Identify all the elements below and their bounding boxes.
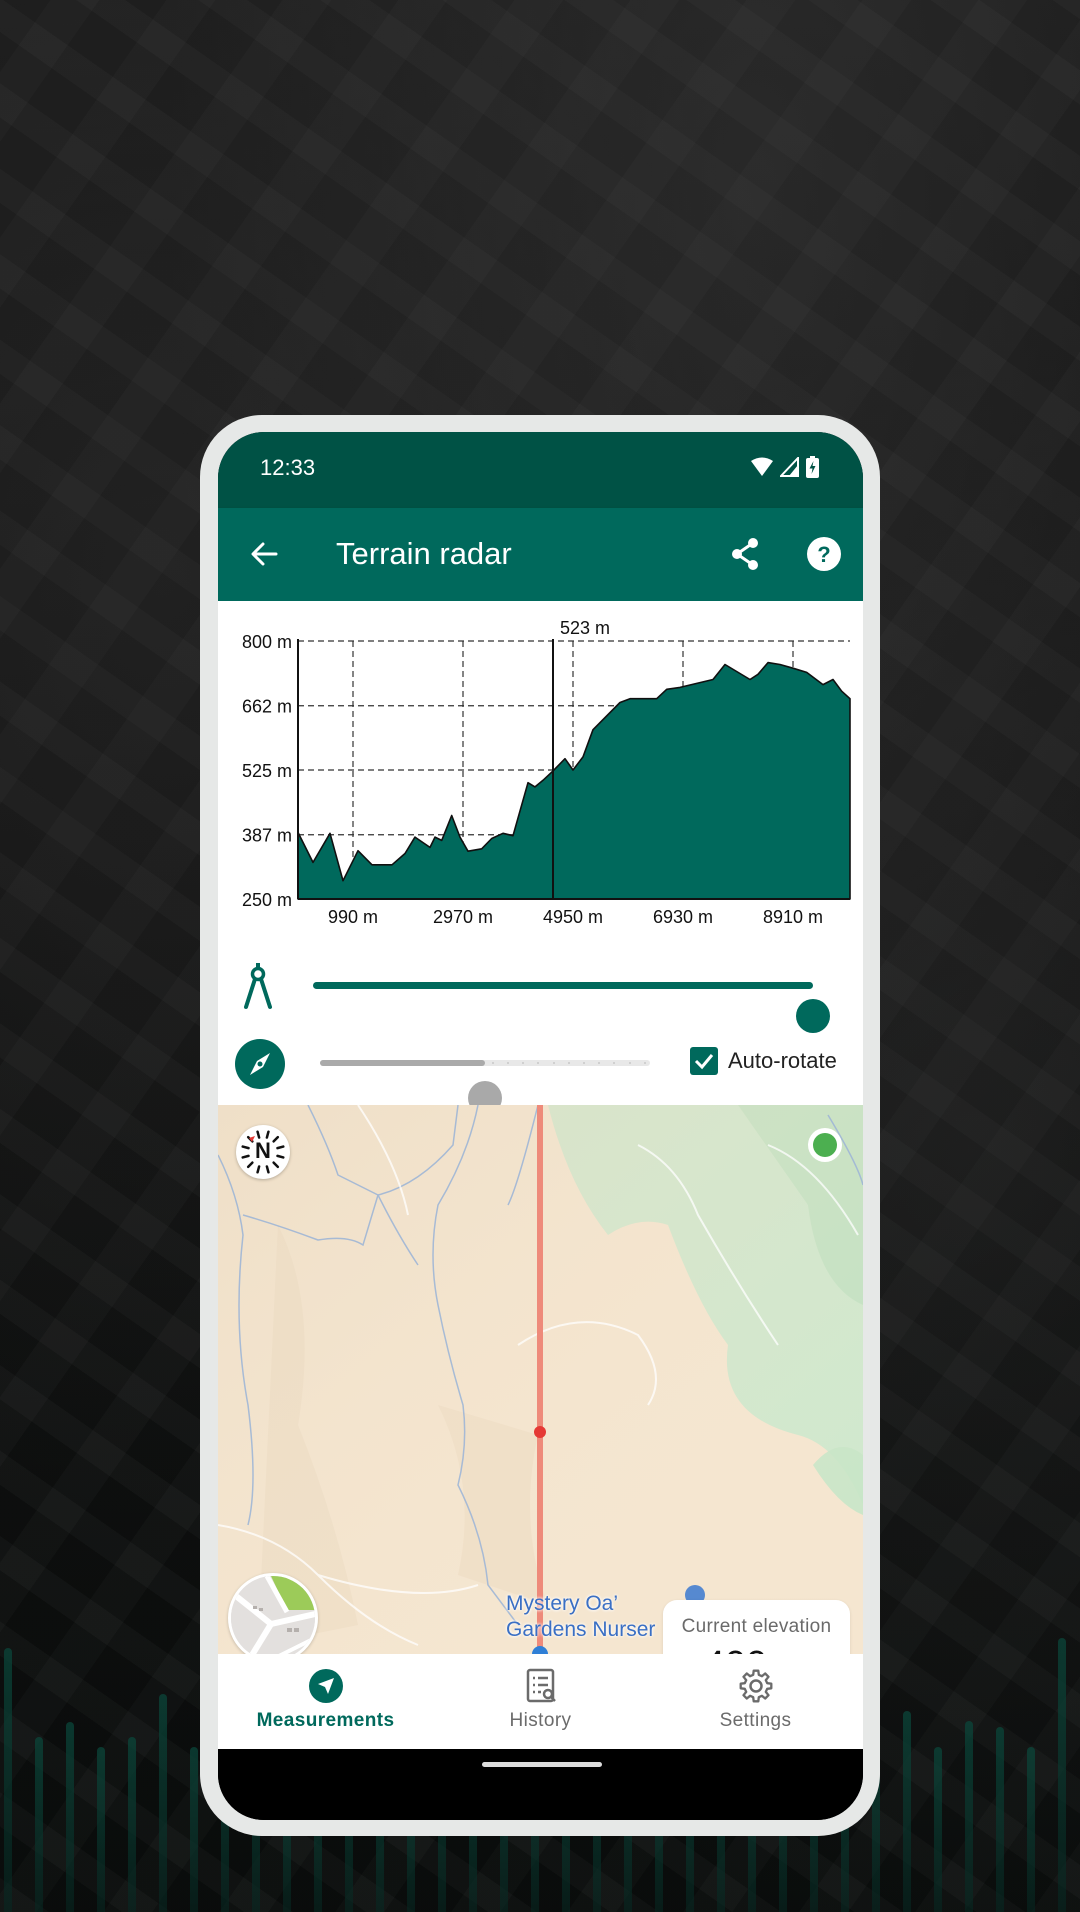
y-tick-labels: 250 m 387 m 525 m 662 m 800 m [242,632,292,910]
background-bar [965,1720,973,1912]
nav-label-history: History [509,1710,572,1731]
navigation-arrow-icon [308,1669,343,1703]
status-bar: 12:33 [218,432,863,508]
slider-tick [598,1062,601,1064]
background-bar [4,1648,12,1912]
auto-rotate-checkbox[interactable] [690,1047,718,1075]
back-button[interactable] [246,536,282,572]
nav-item-settings[interactable]: Settings [648,1654,863,1749]
background-bar [903,1710,911,1912]
wifi-icon [751,457,773,476]
chart-marker-label: 523 m [560,618,610,638]
status-time: 12:33 [260,455,316,480]
y-tick-label: 250 m [242,890,292,910]
nav-label-settings: Settings [719,1710,792,1731]
gesture-navigation-bar [218,1749,863,1820]
slider-tick [643,1062,646,1064]
help-button[interactable]: ? [806,536,842,572]
y-tick-label: 662 m [242,697,292,717]
slider-tick [613,1062,616,1064]
chart-svg: 250 m 387 m 525 m 662 m 800 m 990 m 2970 m 495… [242,618,851,927]
background-bar [1058,1638,1066,1912]
current-elevation-caption: Current elevation [681,1616,832,1637]
slider-tick [506,1062,509,1064]
background-bar [934,1747,942,1912]
slider-tick [537,1062,540,1064]
check-icon [694,1054,714,1070]
map-view[interactable]: N Mystery Oa’ Gardens Nurser Current ele… [218,1105,863,1654]
x-tick-label: 6930 m [653,907,713,927]
x-tick-label: 8910 m [763,907,823,927]
background-bar [128,1737,136,1912]
y-tick-label: 387 m [242,826,292,846]
compass-button[interactable] [235,1039,285,1089]
distance-slider[interactable] [313,982,830,1033]
route-midpoint-marker[interactable] [534,1426,546,1438]
slider-tick [491,1062,494,1064]
x-tick-label: 2970 m [433,907,493,927]
rotation-slider-fill [320,1060,485,1066]
background-bar [996,1727,1004,1912]
background-bar [35,1737,43,1912]
poi-label-line-1: Mystery Oa’ [506,1592,619,1615]
background-bar [66,1721,74,1912]
distance-control-row [218,951,863,1033]
elevation-profile-chart[interactable]: 250 m 387 m 525 m 662 m 800 m 990 m 2970 m 495… [218,601,863,981]
map-layers-icon [231,1576,315,1654]
signal-icon [780,457,799,477]
phone-frame: 12:33 Terrain radar ? 250 m 387 m 525 m … [200,415,880,1836]
page-title: Terrain radar [336,536,512,571]
slider-tick [582,1062,585,1064]
current-elevation-value: 400 m [663,1644,850,1654]
elevation-area [297,661,851,900]
y-tick-label: 800 m [242,632,292,652]
slider-tick [552,1062,555,1064]
slider-tick [567,1062,570,1064]
rotation-control-row: Auto-rotate [218,1025,863,1115]
share-button[interactable] [726,535,764,573]
rotation-slider[interactable] [320,1060,650,1115]
share-icon [732,538,758,570]
map-tiles [218,1105,863,1654]
arrow-left-icon [251,542,278,566]
app-bar: Terrain radar ? [218,508,863,601]
compass-icon [250,1053,270,1075]
background-bar [1027,1747,1035,1912]
x-tick-labels: 990 m 2970 m 4950 m 6930 m 8910 m [328,907,823,927]
slider-tick [628,1062,631,1064]
map-compass-button[interactable]: N [236,1125,290,1179]
background-bar [97,1747,105,1912]
home-gesture-handle[interactable] [482,1762,602,1767]
poi-label-line-2: Gardens Nurser [506,1618,656,1641]
map-layer-button[interactable] [228,1573,318,1654]
nav-label-measurements: Measurements [256,1710,395,1731]
background-bar [190,1747,198,1912]
bottom-navigation: Measurements History Settings [218,1654,863,1749]
status-icons [750,456,819,478]
phone-screen: 12:33 Terrain radar ? 250 m 387 m 525 m … [218,432,863,1820]
gear-icon [739,1669,772,1703]
auto-rotate-toggle[interactable]: Auto-rotate [690,1047,837,1075]
battery-charging-icon [806,456,819,478]
nav-item-history[interactable]: History [433,1654,648,1749]
poi-label[interactable]: Mystery Oa’ Gardens Nurser [506,1591,655,1643]
north-label: N [255,1138,271,1163]
auto-rotate-label: Auto-rotate [728,1048,837,1073]
history-list-search-icon [526,1668,556,1703]
background-bar [159,1694,167,1912]
nav-item-measurements[interactable]: Measurements [218,1654,433,1749]
current-location-dot [813,1133,837,1157]
slider-tick [522,1062,525,1064]
current-elevation-card: Current elevation 400 m [663,1600,850,1654]
divider-compass-icon [244,963,272,1009]
x-tick-label: 990 m [328,907,378,927]
x-tick-label: 4950 m [543,907,603,927]
y-tick-label: 525 m [242,761,292,781]
main-content: 250 m 387 m 525 m 662 m 800 m 990 m 2970 m 495… [218,601,863,1654]
svg-text:?: ? [817,542,830,567]
